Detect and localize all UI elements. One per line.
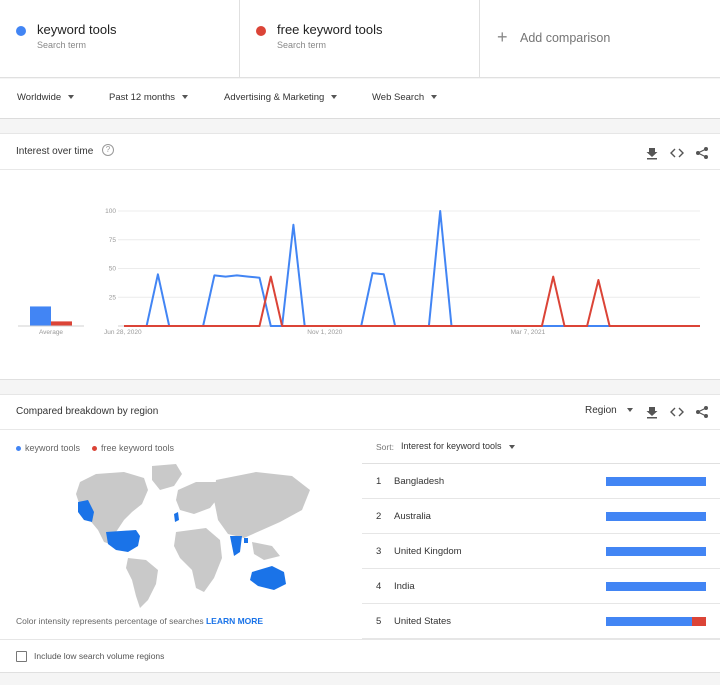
y-tick-label: 50 [109,266,117,273]
sort-value: Interest for keyword tools [401,441,502,451]
y-tick-label: 75 [109,237,117,244]
region-row[interactable]: 4 India [362,569,720,604]
row-rank: 2 [376,511,382,522]
legend-dot [92,446,97,452]
map-south-america [126,558,158,608]
category-filter-label: Advertising & Marketing [224,92,325,103]
add-comparison-label: Add comparison [520,31,611,45]
sort-label: Sort: [376,442,394,452]
breakdown-title: Compared breakdown by region [16,406,159,417]
map-united-states [106,530,140,552]
view-selector-label: Region [585,405,617,416]
series-line-free-keyword-tools [124,275,700,327]
legend-label: free keyword tools [101,443,175,453]
row-country: Bangladesh [394,476,445,487]
region-filter-label: Worldwide [17,92,62,103]
world-map[interactable] [66,460,316,610]
region-row[interactable]: 1 Bangladesh [362,464,720,499]
chevron-down-icon [68,95,75,100]
region-row[interactable]: 2 Australia [362,499,720,534]
region-row[interactable]: 5 United States [362,604,720,639]
chevron-down-icon [182,95,189,100]
legend-dot [16,446,21,452]
low-volume-checkbox[interactable] [16,651,27,662]
search-terms-bar: keyword tools Search term free keyword t… [0,0,720,78]
footer-divider [0,639,720,640]
x-tick-label: Nov 1, 2020 [307,329,342,336]
row-country: United Kingdom [394,546,462,557]
low-volume-label: Include low search volume regions [34,651,165,661]
interest-over-time-card: Interest over time ? 100 75 50 25 Jun 28, 20… [0,133,720,380]
legend-label: keyword tools [25,443,81,453]
search-term-2[interactable]: free keyword tools Search term [240,0,480,78]
learn-more-link[interactable]: LEARN MORE [206,616,263,626]
term-2-color-dot [256,26,266,36]
y-tick-label: 25 [109,294,117,301]
average-label: Average [39,329,63,336]
filter-bar: Worldwide Past 12 months Advertising & M… [0,79,720,119]
map-europe [176,482,218,514]
map-greenland [152,464,182,490]
term-1-name: keyword tools [37,22,117,37]
share-icon[interactable] [695,405,709,419]
chevron-down-icon [626,408,633,413]
row-bar-keyword-tools [606,582,706,591]
category-filter[interactable]: Advertising & Marketing [224,92,338,103]
map-note: Color intensity represents percentage of… [16,616,263,626]
y-tick-label: 100 [105,208,116,215]
average-bar-free-keyword-tools [51,321,72,326]
map-southeast-asia [252,542,280,560]
term-1-color-dot [16,26,26,36]
row-bar-keyword-tools [606,477,706,486]
view-selector[interactable]: Region [585,405,633,416]
add-comparison-button[interactable]: + Add comparison [480,0,720,78]
average-bar-keyword-tools [30,306,51,326]
row-rank: 4 [376,581,382,592]
sort-dropdown[interactable]: Interest for keyword tools [401,441,515,451]
map-united-kingdom [174,512,179,522]
row-country: United States [394,616,452,627]
interest-over-time-chart: 100 75 50 25 Jun 28, 2020 Nov 1, 2020 Mar 7, 2… [18,208,700,336]
map-bangladesh [244,538,248,543]
chevron-down-icon [431,95,438,100]
map-asia [214,472,310,538]
search-type-filter-label: Web Search [372,92,425,103]
map-australia [250,566,286,590]
row-rank: 1 [376,476,382,487]
map-india [230,536,242,556]
term-2-subtitle: Search term [277,40,327,50]
chevron-down-icon [331,95,338,100]
term-1-subtitle: Search term [37,40,87,50]
row-country: India [394,581,415,592]
search-type-filter[interactable]: Web Search [372,92,438,103]
row-bar-free-keyword-tools [692,617,706,626]
row-rank: 5 [376,616,382,627]
row-rank: 3 [376,546,382,557]
region-row[interactable]: 3 United Kingdom [362,534,720,569]
search-term-1[interactable]: keyword tools Search term [0,0,240,78]
row-bar-keyword-tools [606,512,706,521]
row-bar-keyword-tools [606,617,692,626]
legend-keyword-tools: keyword tools [16,443,80,453]
row-country: Australia [394,511,431,522]
download-icon[interactable] [645,405,659,419]
time-filter-label: Past 12 months [109,92,176,103]
chevron-down-icon [508,444,515,449]
embed-icon[interactable] [670,405,684,419]
time-filter[interactable]: Past 12 months [109,92,189,103]
x-tick-label: Jun 28, 2020 [104,329,142,336]
x-tick-label: Mar 7, 2021 [511,329,546,336]
row-bar-keyword-tools [606,547,706,556]
legend-free-keyword-tools: free keyword tools [92,443,174,453]
region-filter[interactable]: Worldwide [17,92,75,103]
sort-bar: Sort: Interest for keyword tools [362,429,720,464]
map-africa [174,528,222,592]
term-2-name: free keyword tools [277,22,383,37]
plus-icon: + [497,27,508,47]
map-note-text: Color intensity represents percentage of… [16,616,204,626]
